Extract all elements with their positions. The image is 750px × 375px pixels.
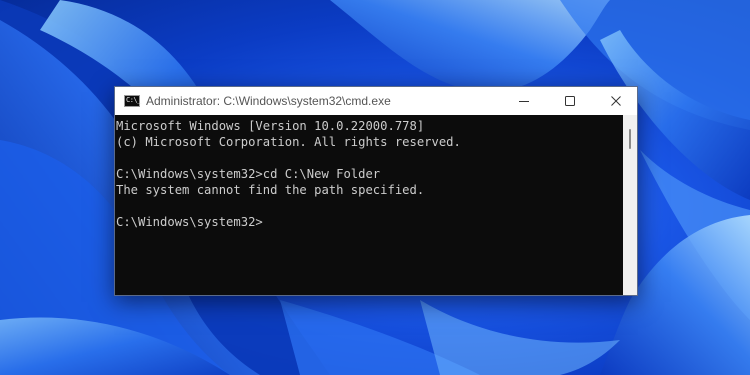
console-line: C:\Windows\system32>cd C:\New Folder: [116, 167, 381, 181]
minimize-icon: [519, 101, 529, 102]
vertical-scrollbar[interactable]: [623, 115, 637, 295]
window-title: Administrator: C:\Windows\system32\cmd.e…: [146, 94, 391, 108]
command-prompt[interactable]: C:\Windows\system32>: [116, 214, 623, 230]
close-icon: [611, 96, 621, 106]
console-line: (c) Microsoft Corporation. All rights re…: [116, 135, 461, 149]
maximize-button[interactable]: [547, 87, 593, 115]
cmd-window[interactable]: C:\_ Administrator: C:\Windows\system32\…: [114, 86, 638, 296]
console-line: The system cannot find the path specifie…: [116, 183, 425, 197]
minimize-button[interactable]: [501, 87, 547, 115]
cmd-icon-glyph: C:\_: [126, 96, 141, 104]
maximize-icon: [565, 96, 575, 106]
scrollbar-thumb[interactable]: [629, 129, 631, 149]
cmd-icon: C:\_: [124, 95, 141, 107]
window-titlebar[interactable]: C:\_ Administrator: C:\Windows\system32\…: [115, 87, 637, 115]
console-output[interactable]: Microsoft Windows [Version 10.0.22000.77…: [115, 115, 623, 295]
console-line: Microsoft Windows [Version 10.0.22000.77…: [116, 119, 425, 133]
close-button[interactable]: [593, 87, 639, 115]
